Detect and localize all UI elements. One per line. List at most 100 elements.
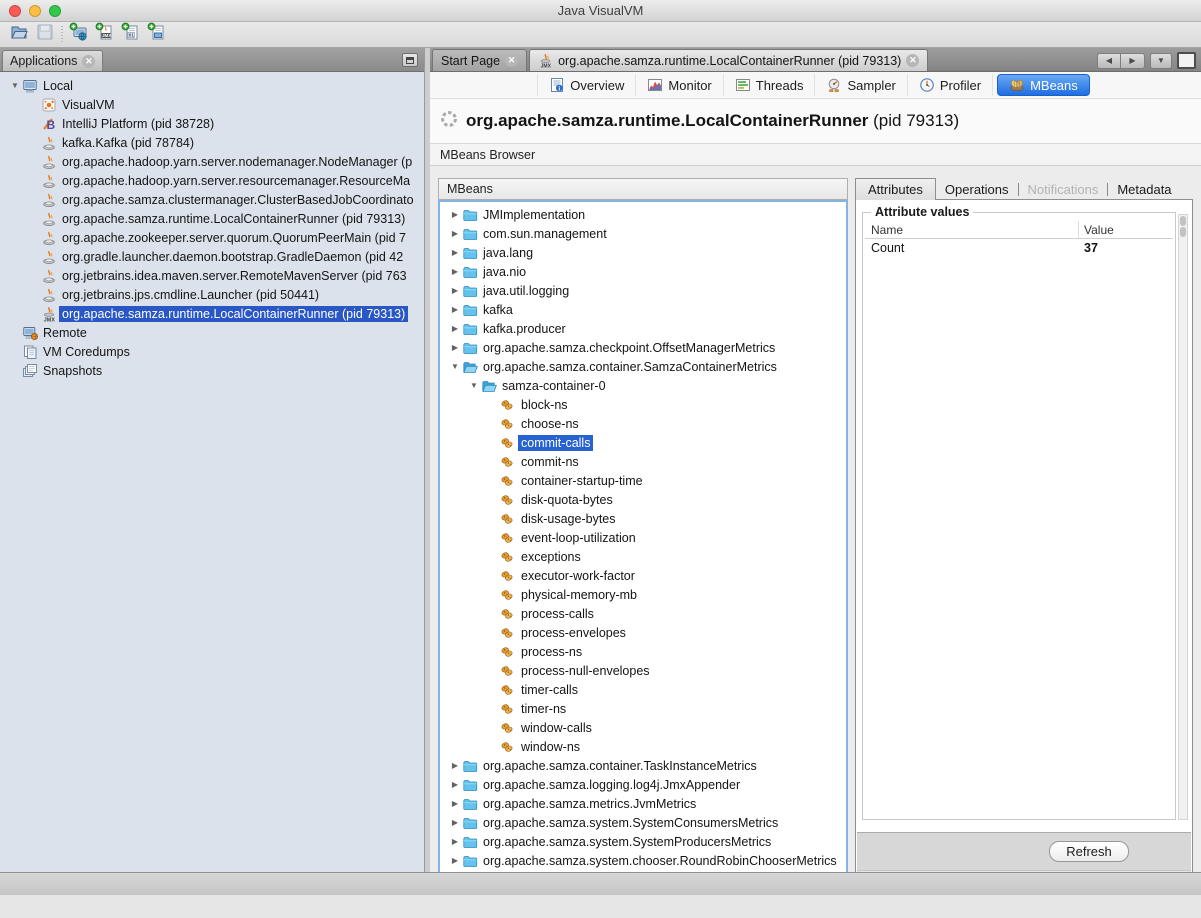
tree-item[interactable]: org.apache.zookeeper.server.quorum.Quoru… (0, 228, 424, 247)
tree-item[interactable]: timer-ns (440, 699, 846, 718)
tree-item[interactable]: Snapshots (0, 361, 424, 380)
document-tab[interactable]: JMXorg.apache.samza.runtime.LocalContain… (529, 49, 928, 71)
tab-list-dropdown-button[interactable]: ▼ (1150, 53, 1172, 69)
tree-item[interactable]: ▼org.apache.samza.container.SamzaContain… (440, 357, 846, 376)
collapse-arrow-icon[interactable]: ▼ (8, 81, 22, 90)
tree-item[interactable]: process-ns (440, 642, 846, 661)
scroll-tabs-right-button[interactable]: ▶ (1121, 53, 1145, 69)
collapse-arrow-icon[interactable]: ▼ (467, 381, 481, 390)
tree-item[interactable]: ▶org.apache.samza.system.SystemProducers… (440, 832, 846, 851)
tab-metadata[interactable]: Metadata (1108, 178, 1180, 200)
tree-item[interactable]: ▶org.apache.samza.system.chooser.RoundRo… (440, 851, 846, 870)
tree-item[interactable]: kafka.Kafka (pid 78784) (0, 133, 424, 152)
tree-item[interactable]: ▶com.sun.management (440, 224, 846, 243)
minimize-panel-button[interactable] (402, 53, 418, 67)
tree-item[interactable]: ▶java.lang (440, 243, 846, 262)
view-button-monitor[interactable]: Monitor (636, 74, 723, 96)
expand-arrow-icon[interactable]: ▶ (448, 799, 462, 808)
tree-item[interactable]: org.apache.hadoop.yarn.server.resourcema… (0, 171, 424, 190)
tab-operations[interactable]: Operations (936, 178, 1018, 200)
column-header-value[interactable]: Value (1079, 221, 1173, 238)
tree-item[interactable]: disk-usage-bytes (440, 509, 846, 528)
tree-item[interactable]: Remote (0, 323, 424, 342)
tree-item[interactable]: event-loop-utilization (440, 528, 846, 547)
tree-item[interactable]: org.jetbrains.idea.maven.server.RemoteMa… (0, 266, 424, 285)
view-button-threads[interactable]: Threads (724, 74, 816, 96)
tree-item[interactable]: process-envelopes (440, 623, 846, 642)
scrollbar-stub[interactable] (1180, 227, 1186, 237)
column-header-name[interactable]: Name (865, 221, 1079, 238)
add-jmx-connection-button[interactable]: JMX (92, 24, 118, 46)
scroll-tabs-left-button[interactable]: ◀ (1097, 53, 1121, 69)
scrollbar-thumb[interactable] (1180, 216, 1186, 226)
expand-arrow-icon[interactable]: ▶ (448, 856, 462, 865)
close-tab-icon[interactable]: ✕ (906, 54, 919, 67)
tree-item[interactable]: org.gradle.launcher.daemon.bootstrap.Gra… (0, 247, 424, 266)
add-snapshot-button[interactable] (144, 24, 170, 46)
view-button-profiler[interactable]: Profiler (908, 74, 993, 96)
tree-item[interactable]: container-startup-time (440, 471, 846, 490)
tree-item[interactable]: commit-ns (440, 452, 846, 471)
tree-item[interactable]: ▶org.apache.samza.logging.log4j.JmxAppen… (440, 775, 846, 794)
save-snapshot-button[interactable] (32, 24, 58, 46)
tree-item[interactable]: physical-memory-mb (440, 585, 846, 604)
tree-item[interactable]: ▶kafka (440, 300, 846, 319)
expand-arrow-icon[interactable]: ▶ (448, 229, 462, 238)
expand-arrow-icon[interactable]: ▶ (448, 818, 462, 827)
close-tab-icon[interactable]: ✕ (82, 55, 95, 68)
tab-notifications[interactable]: Notifications (1019, 178, 1108, 200)
tree-item[interactable]: process-null-envelopes (440, 661, 846, 680)
tree-item[interactable]: ▶org.apache.samza.container.TaskInstance… (440, 756, 846, 775)
tree-item[interactable]: ▶JMImplementation (440, 205, 846, 224)
tree-item[interactable]: ▼samza-container-0 (440, 376, 846, 395)
tree-item[interactable]: org.apache.samza.runtime.LocalContainerR… (0, 209, 424, 228)
tab-applications[interactable]: Applications ✕ (2, 50, 103, 71)
tree-item[interactable]: org.jetbrains.jps.cmdline.Launcher (pid … (0, 285, 424, 304)
tab-attributes[interactable]: Attributes (855, 178, 936, 200)
expand-arrow-icon[interactable]: ▶ (448, 324, 462, 333)
tree-item[interactable]: ▶org.apache.samza.system.SystemConsumers… (440, 813, 846, 832)
expand-arrow-icon[interactable]: ▶ (448, 210, 462, 219)
tree-item[interactable]: org.apache.samza.clustermanager.ClusterB… (0, 190, 424, 209)
tree-item[interactable]: VisualVM (0, 95, 424, 114)
expand-arrow-icon[interactable]: ▶ (448, 248, 462, 257)
tree-item[interactable]: ▶org.apache.samza.checkpoint.OffsetManag… (440, 338, 846, 357)
tree-item[interactable]: ▼Local (0, 76, 424, 95)
tree-item[interactable]: JMXorg.apache.samza.runtime.LocalContain… (0, 304, 424, 323)
open-snapshot-button[interactable] (6, 24, 32, 46)
tree-item[interactable]: ▶org.apache.samza.metrics.JvmMetrics (440, 794, 846, 813)
refresh-button[interactable]: Refresh (1049, 841, 1129, 862)
maximize-view-button[interactable] (1177, 52, 1196, 69)
expand-arrow-icon[interactable]: ▶ (448, 837, 462, 846)
expand-arrow-icon[interactable]: ▶ (448, 343, 462, 352)
expand-arrow-icon[interactable]: ▶ (448, 780, 462, 789)
tree-item[interactable]: window-calls (440, 718, 846, 737)
tree-item[interactable]: ▶java.util.logging (440, 281, 846, 300)
tree-item[interactable]: org.apache.hadoop.yarn.server.nodemanage… (0, 152, 424, 171)
tree-item[interactable]: executor-work-factor (440, 566, 846, 585)
tree-item[interactable]: ▶kafka.producer (440, 319, 846, 338)
view-button-sampler[interactable]: Sampler (815, 74, 907, 96)
tree-item[interactable]: VM Coredumps (0, 342, 424, 361)
collapse-arrow-icon[interactable]: ▼ (448, 362, 462, 371)
view-button-mbeans[interactable]: MBeans (997, 74, 1090, 96)
view-button-overview[interactable]: iOverview (537, 74, 636, 96)
expand-arrow-icon[interactable]: ▶ (448, 286, 462, 295)
expand-arrow-icon[interactable]: ▶ (448, 267, 462, 276)
tree-item[interactable]: ▶java.nio (440, 262, 846, 281)
attributes-vscrollbar[interactable] (1178, 214, 1188, 820)
tree-item[interactable]: BIntelliJ Platform (pid 38728) (0, 114, 424, 133)
document-tab[interactable]: Start Page✕ (432, 49, 527, 71)
table-row[interactable]: Count37 (865, 239, 1173, 257)
expand-arrow-icon[interactable]: ▶ (448, 761, 462, 770)
add-remote-host-button[interactable] (66, 24, 92, 46)
close-tab-icon[interactable]: ✕ (505, 54, 518, 67)
tree-item[interactable]: exceptions (440, 547, 846, 566)
tree-item[interactable]: process-calls (440, 604, 846, 623)
tree-item[interactable]: choose-ns (440, 414, 846, 433)
tree-item[interactable]: commit-calls (440, 433, 846, 452)
expand-arrow-icon[interactable]: ▶ (448, 305, 462, 314)
tree-item[interactable]: timer-calls (440, 680, 846, 699)
add-vm-coredump-button[interactable]: 01 (118, 24, 144, 46)
tree-item[interactable]: disk-quota-bytes (440, 490, 846, 509)
